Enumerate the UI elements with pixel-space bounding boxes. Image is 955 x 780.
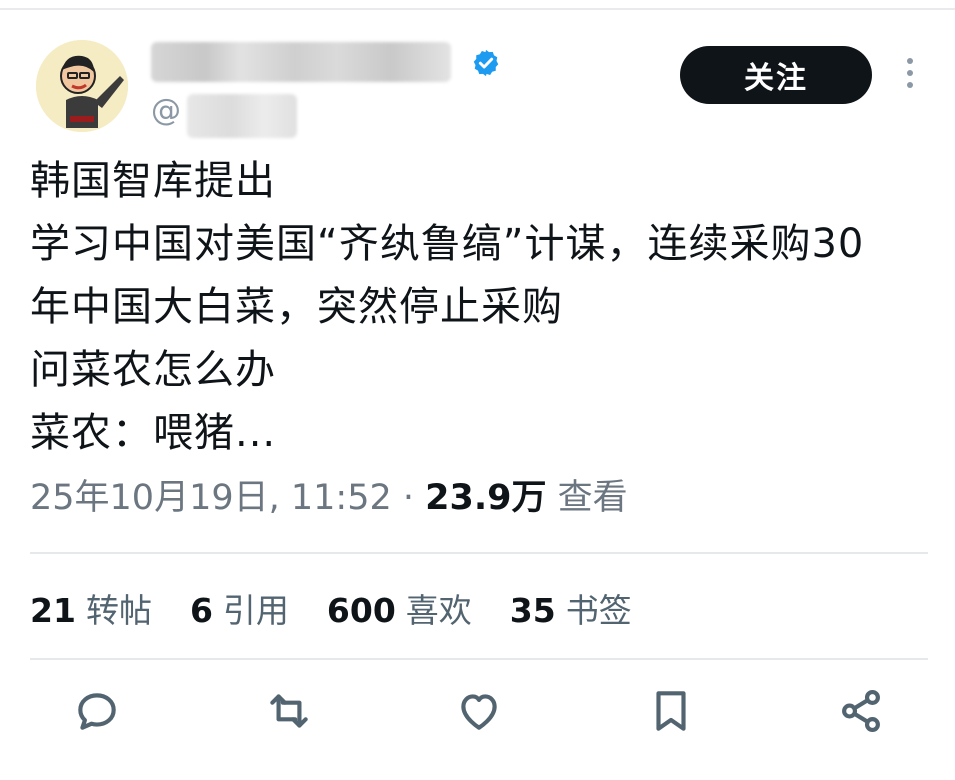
stat-number: 6 (189, 591, 213, 630)
more-options-icon[interactable] (900, 58, 920, 94)
meta-separator: · (391, 478, 426, 518)
bookmark-button[interactable] (646, 686, 696, 736)
tweet-line: 学习中国对美国“齐纨鲁缟”计谋，连续采购30 (30, 221, 865, 267)
tweet-line: 韩国智库提出 (30, 158, 276, 204)
avatar-cartoon-icon (36, 40, 128, 132)
tweet-body: 韩国智库提出 学习中国对美国“齐纨鲁缟”计谋，连续采购30 年中国大白菜，突然停… (30, 150, 930, 465)
tweet-line: 问菜农怎么办 (30, 347, 276, 393)
share-icon (842, 689, 880, 733)
tweet-header: @ 关注 (36, 40, 926, 140)
action-bar (0, 686, 955, 746)
stat-number: 21 (30, 591, 76, 630)
stat-reposts[interactable]: 21 转帖 (30, 584, 152, 632)
stat-label: 喜欢 (405, 591, 472, 630)
share-button[interactable] (836, 686, 886, 736)
engagement-stats: 21 转帖 6 引用 600 喜欢 35 书签 (30, 584, 670, 632)
top-divider (0, 8, 955, 10)
handle-redacted (187, 94, 297, 138)
follow-button[interactable]: 关注 (680, 46, 872, 104)
timestamp[interactable]: 25年10月19日, 11:52 (30, 478, 392, 518)
retweet-icon (270, 694, 308, 728)
stat-label: 书签 (565, 591, 632, 630)
reply-button[interactable] (72, 686, 122, 736)
like-button[interactable] (454, 686, 504, 736)
display-name-redacted (151, 42, 451, 82)
reply-icon (78, 693, 116, 730)
stat-bookmarks[interactable]: 35 书签 (510, 584, 632, 632)
stat-likes[interactable]: 600 喜欢 (327, 584, 472, 632)
stat-label: 转帖 (85, 591, 152, 630)
views-label: 查看 (557, 478, 628, 518)
stat-number: 600 (326, 591, 396, 630)
like-icon (461, 694, 497, 730)
stat-quotes[interactable]: 6 引用 (190, 584, 289, 632)
tweet-meta: 25年10月19日, 11:52 · 23.9万 查看 (30, 474, 628, 522)
tweet-line: 菜农：喂猪... (30, 410, 277, 456)
tweet-line: 年中国大白菜，突然停止采购 (30, 284, 563, 330)
retweet-button[interactable] (264, 686, 314, 736)
author-info[interactable]: @ (151, 42, 511, 142)
avatar[interactable] (36, 40, 128, 132)
author-handle: @ (151, 93, 181, 128)
stat-label: 引用 (222, 591, 289, 630)
stat-number: 35 (509, 591, 556, 630)
divider (30, 552, 928, 554)
views-count: 23.9万 (425, 478, 547, 518)
bookmark-icon (656, 691, 686, 731)
divider (30, 658, 928, 660)
verified-badge-icon (473, 49, 499, 77)
